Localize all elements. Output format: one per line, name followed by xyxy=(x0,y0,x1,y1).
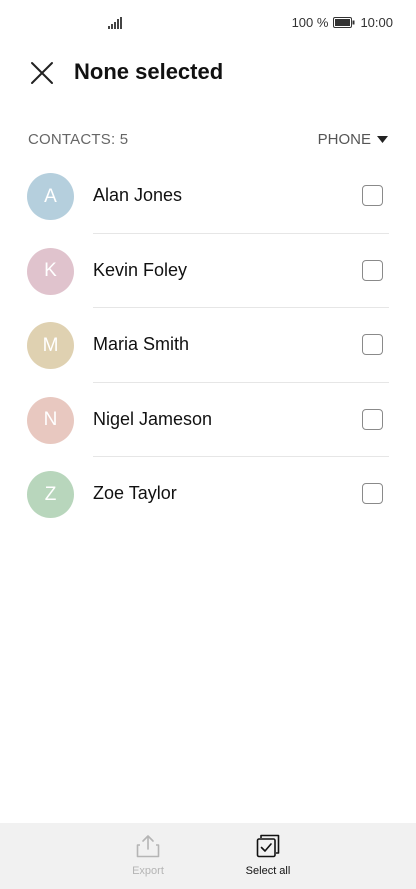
avatar: A xyxy=(27,173,74,220)
status-bar: 100 % 10:00 xyxy=(0,0,416,46)
contact-checkbox[interactable] xyxy=(362,408,383,430)
account-filter-dropdown[interactable]: PHONE xyxy=(318,128,388,151)
page-title: None selected xyxy=(74,59,224,84)
avatar: Z xyxy=(27,471,74,518)
contact-name: Nigel Jameson xyxy=(93,408,213,429)
avatar: N xyxy=(27,396,74,444)
battery-percent: 100 % xyxy=(291,15,329,30)
list-subheader: CONTACTS: 5 PHONE xyxy=(28,128,388,152)
signal-icon xyxy=(108,17,122,29)
select-all-label: Select all xyxy=(245,865,291,877)
contact-row[interactable]: N Nigel Jameson xyxy=(0,383,416,457)
contact-list: A Alan Jones K Kevin Foley M Maria Smith… xyxy=(0,159,416,532)
contact-checkbox[interactable] xyxy=(362,483,383,504)
export-button[interactable]: Export xyxy=(108,833,188,877)
contact-name: Alan Jones xyxy=(93,185,183,205)
contact-checkbox[interactable] xyxy=(362,259,383,281)
contact-name: Maria Smith xyxy=(93,334,190,354)
contact-name: Kevin Foley xyxy=(93,259,188,280)
header: None selected xyxy=(0,50,416,96)
contact-row[interactable]: K Kevin Foley xyxy=(0,234,416,308)
status-time: 10:00 xyxy=(360,15,393,30)
avatar: K xyxy=(27,247,74,295)
close-icon[interactable] xyxy=(29,60,55,86)
select-all-icon xyxy=(256,834,280,858)
contact-row[interactable]: A Alan Jones xyxy=(0,159,416,234)
contacts-count: CONTACTS: 5 xyxy=(28,131,129,148)
select-all-button[interactable]: Select all xyxy=(228,833,308,877)
export-label: Export xyxy=(132,865,164,877)
contact-row[interactable]: Z Zoe Taylor xyxy=(0,457,416,532)
export-icon xyxy=(136,835,160,858)
contact-checkbox[interactable] xyxy=(362,334,383,355)
avatar: M xyxy=(27,322,74,369)
contact-row[interactable]: M Maria Smith xyxy=(0,308,416,383)
filter-label: PHONE xyxy=(317,131,371,148)
contact-name: Zoe Taylor xyxy=(93,483,177,503)
bottom-action-bar: Export Select all xyxy=(0,823,416,889)
caret-down-icon xyxy=(377,136,388,143)
battery-icon xyxy=(333,17,355,28)
status-right: 100 % 10:00 xyxy=(292,15,393,30)
contact-checkbox[interactable] xyxy=(362,185,383,206)
